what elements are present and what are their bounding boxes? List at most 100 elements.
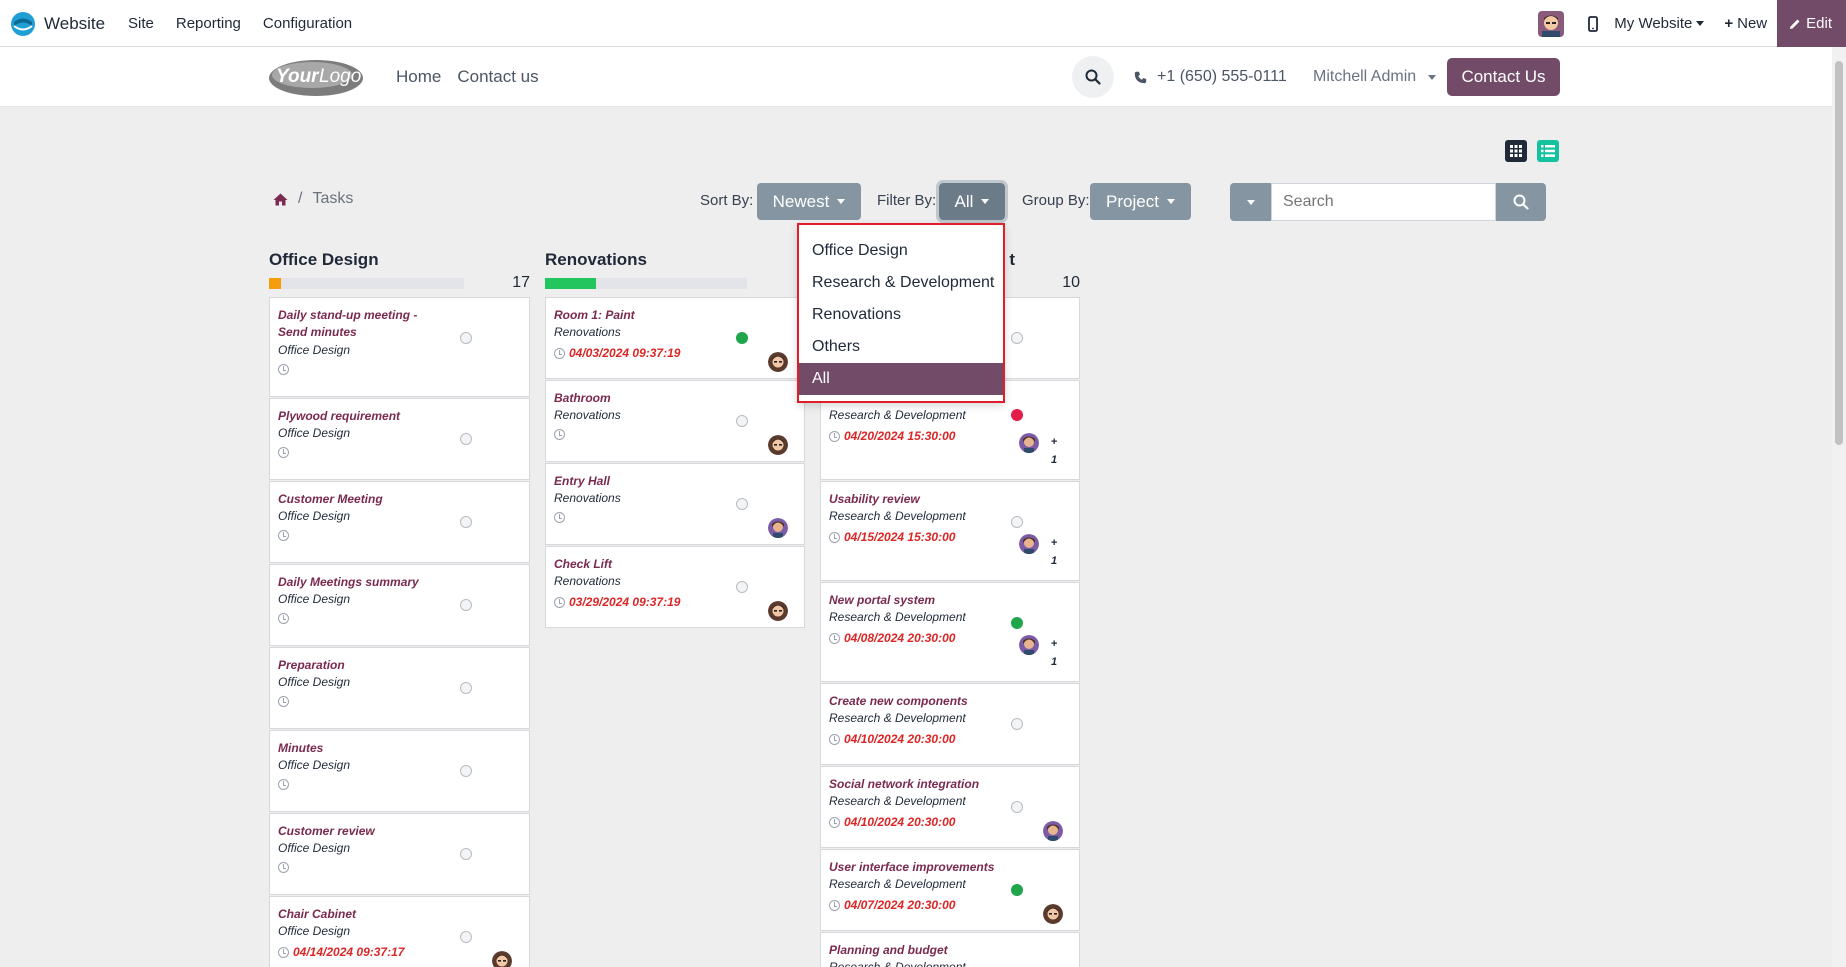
- task-card[interactable]: Preparation Office Design: [269, 647, 530, 729]
- kanban-state-indicator[interactable]: [736, 581, 748, 593]
- search-submit-button[interactable]: [1496, 183, 1546, 221]
- task-card[interactable]: Daily stand-up meeting - Send minutes Off…: [269, 297, 530, 397]
- list-view-toggle[interactable]: [1537, 140, 1559, 162]
- task-title[interactable]: Customer Meeting: [278, 491, 448, 508]
- app-brand[interactable]: Website: [10, 11, 105, 37]
- assignee-avatar[interactable]: [768, 518, 788, 538]
- page-scrollbar[interactable]: [1832, 47, 1846, 967]
- kanban-state-indicator[interactable]: [736, 498, 748, 510]
- kanban-state-indicator[interactable]: [460, 682, 472, 694]
- kanban-state-indicator[interactable]: [1011, 409, 1023, 421]
- kanban-view-toggle[interactable]: [1505, 140, 1527, 162]
- kanban-state-indicator[interactable]: [460, 516, 472, 528]
- assignee-avatar[interactable]: [1043, 821, 1063, 841]
- assignee-avatar[interactable]: [1019, 534, 1039, 554]
- group-dropdown[interactable]: Project: [1090, 183, 1191, 220]
- more-assignees[interactable]: + 1: [1049, 635, 1059, 671]
- task-title[interactable]: Bathroom: [554, 390, 724, 407]
- kanban-state-indicator[interactable]: [460, 931, 472, 943]
- assignee-avatar[interactable]: [1043, 904, 1063, 924]
- new-content-button[interactable]: + New: [1724, 15, 1767, 32]
- task-card[interactable]: Customer review Office Design: [269, 813, 530, 895]
- task-title[interactable]: Room 1: Paint: [554, 307, 724, 324]
- task-card[interactable]: Usability review Research & Development 04…: [820, 481, 1080, 581]
- task-card[interactable]: Bathroom Renovations: [545, 380, 805, 462]
- filter-dropdown[interactable]: All: [936, 180, 1008, 223]
- task-card[interactable]: Social network integration Research & Dev…: [820, 766, 1080, 848]
- kanban-state-indicator[interactable]: [1011, 801, 1023, 813]
- assignee-avatar[interactable]: [492, 951, 512, 967]
- task-card[interactable]: Minutes Office Design: [269, 730, 530, 812]
- nav-home[interactable]: Home: [396, 67, 441, 87]
- menu-site[interactable]: Site: [128, 15, 154, 32]
- kanban-state-indicator[interactable]: [460, 433, 472, 445]
- task-card[interactable]: Planning and budget Research & Developmen…: [820, 932, 1080, 967]
- filter-option-office-design[interactable]: Office Design: [799, 235, 1003, 267]
- filter-option-research-development[interactable]: Research & Development: [799, 267, 1003, 299]
- search-input[interactable]: [1271, 183, 1496, 221]
- kanban-state-indicator[interactable]: [1011, 718, 1023, 730]
- header-search-button[interactable]: [1072, 56, 1114, 98]
- assignee-avatar[interactable]: [1019, 433, 1039, 453]
- task-title[interactable]: Plywood requirement: [278, 408, 448, 425]
- task-title[interactable]: User interface improvements: [829, 859, 999, 876]
- mobile-preview-icon[interactable]: [1588, 15, 1599, 32]
- user-menu[interactable]: Mitchell Admin: [1313, 47, 1437, 107]
- home-icon[interactable]: [273, 193, 288, 206]
- task-title[interactable]: New portal system: [829, 592, 999, 609]
- task-title[interactable]: Create new components: [829, 693, 999, 710]
- task-title[interactable]: Usability review: [829, 491, 999, 508]
- user-avatar[interactable]: [1538, 10, 1565, 37]
- task-card[interactable]: Create new components Research & Developm…: [820, 683, 1080, 765]
- task-title[interactable]: Minutes: [278, 740, 448, 757]
- assignee-avatar[interactable]: [1019, 635, 1039, 655]
- task-card[interactable]: New portal system Research & Development 0…: [820, 582, 1080, 682]
- edit-button[interactable]: Edit: [1777, 0, 1846, 47]
- kanban-state-indicator[interactable]: [1011, 332, 1023, 344]
- search-options-toggle[interactable]: [1230, 183, 1271, 221]
- task-title[interactable]: Customer review: [278, 823, 448, 840]
- task-card[interactable]: User interface improvements Research & De…: [820, 849, 1080, 931]
- assignee-avatar[interactable]: [768, 601, 788, 621]
- task-title[interactable]: Daily stand-up meeting - Send minutes: [278, 307, 448, 341]
- filter-option-renovations[interactable]: Renovations: [799, 299, 1003, 331]
- menu-reporting[interactable]: Reporting: [176, 15, 241, 32]
- progress-bar[interactable]: [269, 278, 464, 289]
- task-card[interactable]: Chair Cabinet Office Design 04/14/2024 09:…: [269, 896, 530, 967]
- task-title[interactable]: Entry Hall: [554, 473, 724, 490]
- kanban-state-indicator[interactable]: [460, 848, 472, 860]
- sort-dropdown[interactable]: Newest: [757, 183, 861, 220]
- your-logo[interactable]: Your Logo: [268, 57, 364, 97]
- kanban-state-indicator[interactable]: [736, 332, 748, 344]
- kanban-state-indicator[interactable]: [460, 599, 472, 611]
- task-card[interactable]: Room 1: Paint Renovations 04/03/2024 09:37…: [545, 297, 805, 379]
- more-assignees[interactable]: + 1: [1049, 534, 1059, 570]
- contact-us-button[interactable]: Contact Us: [1447, 58, 1560, 96]
- task-card[interactable]: Check Lift Renovations 03/29/2024 09:37:19: [545, 546, 805, 628]
- kanban-state-indicator[interactable]: [460, 332, 472, 344]
- my-website-switcher[interactable]: My Website: [1614, 15, 1705, 32]
- kanban-state-indicator[interactable]: [736, 415, 748, 427]
- nav-contact-us[interactable]: Contact us: [457, 67, 538, 87]
- task-title[interactable]: Social network integration: [829, 776, 999, 793]
- kanban-state-indicator[interactable]: [1011, 884, 1023, 896]
- task-card[interactable]: Plywood requirement Office Design: [269, 398, 530, 480]
- kanban-state-indicator[interactable]: [460, 765, 472, 777]
- assignee-avatar[interactable]: [768, 435, 788, 455]
- kanban-state-indicator[interactable]: [1011, 617, 1023, 629]
- header-phone[interactable]: +1 (650) 555-0111: [1134, 47, 1287, 107]
- task-title[interactable]: Chair Cabinet: [278, 906, 448, 923]
- task-title[interactable]: Check Lift: [554, 556, 724, 573]
- more-assignees[interactable]: + 1: [1049, 433, 1059, 469]
- task-title[interactable]: Daily Meetings summary: [278, 574, 448, 591]
- filter-option-all[interactable]: All: [799, 363, 1003, 395]
- task-title[interactable]: Planning and budget: [829, 942, 999, 959]
- task-card[interactable]: Daily Meetings summary Office Design: [269, 564, 530, 646]
- progress-bar[interactable]: [545, 278, 747, 289]
- filter-option-others[interactable]: Others: [799, 331, 1003, 363]
- task-card[interactable]: Entry Hall Renovations: [545, 463, 805, 545]
- task-title[interactable]: Preparation: [278, 657, 448, 674]
- task-card[interactable]: Customer Meeting Office Design: [269, 481, 530, 563]
- kanban-state-indicator[interactable]: [1011, 516, 1023, 528]
- menu-configuration[interactable]: Configuration: [263, 15, 352, 32]
